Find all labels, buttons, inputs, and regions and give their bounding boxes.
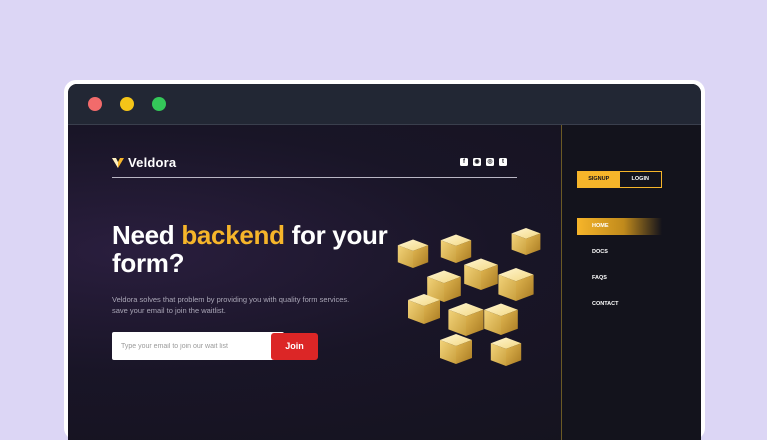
twitter-icon[interactable]: t [499,158,507,166]
description-line-2: save your email to join the waitlist. [112,306,226,315]
instagram-icon[interactable]: ◎ [486,158,494,166]
nav-item-contact[interactable]: CONTACT [577,296,662,313]
title-bar [68,84,701,125]
login-button[interactable]: LOGIN [620,172,662,187]
hero-section: Veldora f ◉ ◎ t Need backend for your fo… [68,125,561,440]
headline-text-start: Need [112,220,182,250]
cubes-illustration [397,228,541,366]
signup-button[interactable]: SIGNUP [578,172,620,187]
email-input[interactable] [112,332,284,360]
sidebar: SIGNUP LOGIN HOME DOCS FAQS CONTACT [561,125,701,440]
nav-item-faqs[interactable]: FAQS [577,270,662,287]
facebook-icon[interactable]: f [460,158,468,166]
hero-description: Veldora solves that problem by providing… [112,294,402,316]
auth-toggle: SIGNUP LOGIN [577,171,662,188]
maximize-window-button[interactable] [152,97,166,111]
hero-headline: Need backend for your form? [112,221,412,277]
close-window-button[interactable] [88,97,102,111]
sidebar-nav: HOME DOCS FAQS CONTACT [577,218,662,322]
page-content: Veldora f ◉ ◎ t Need backend for your fo… [68,125,701,440]
app-window: Veldora f ◉ ◎ t Need backend for your fo… [68,84,701,440]
nav-item-docs[interactable]: DOCS [577,244,662,261]
headline-accent: backend [181,220,285,250]
brand-logo[interactable]: Veldora [112,155,176,170]
description-line-1: Veldora solves that problem by providing… [112,295,350,304]
header-divider [112,177,517,178]
join-button[interactable]: Join [271,332,318,360]
minimize-window-button[interactable] [120,97,134,111]
waitlist-form: Join [112,332,318,360]
browser-window-frame: Veldora f ◉ ◎ t Need backend for your fo… [64,80,705,440]
veldora-logo-icon [112,157,124,168]
brand-name: Veldora [128,155,177,170]
social-links: f ◉ ◎ t [460,158,507,166]
github-icon[interactable]: ◉ [473,158,481,166]
nav-item-home[interactable]: HOME [577,218,662,235]
